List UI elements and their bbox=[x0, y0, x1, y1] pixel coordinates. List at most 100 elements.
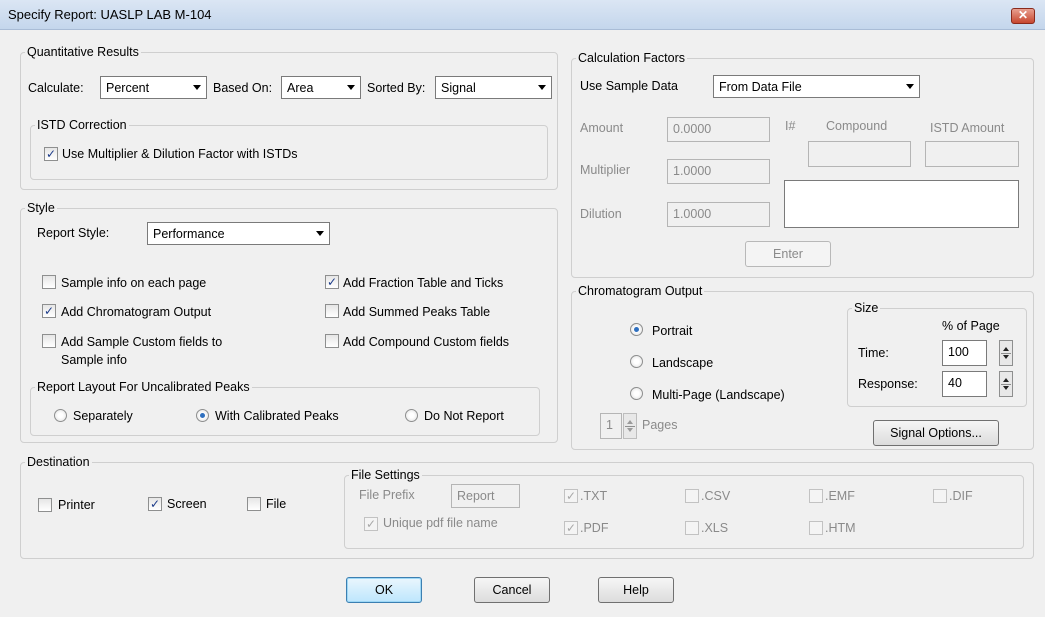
destination-legend: Destination bbox=[27, 455, 90, 469]
use-sample-label: Use Sample Data bbox=[580, 79, 678, 93]
checkmark-icon: ✓ bbox=[326, 275, 338, 289]
checkmark-icon: ✓ bbox=[365, 517, 377, 531]
report-style-select[interactable]: Performance bbox=[147, 222, 330, 245]
help-button[interactable]: Help bbox=[598, 577, 674, 603]
screen-label: Screen bbox=[167, 497, 207, 511]
add-compound-custom-label: Add Compound Custom fields bbox=[343, 335, 510, 349]
amount-value: 0.0000 bbox=[673, 122, 712, 136]
screen-checkbox[interactable]: ✓ bbox=[148, 497, 162, 511]
add-fraction-checkbox[interactable]: ✓ bbox=[325, 275, 339, 289]
amount-label: Amount bbox=[580, 121, 624, 135]
htm-label: .HTM bbox=[825, 521, 856, 535]
report-style-label: Report Style: bbox=[37, 226, 110, 240]
unique-pdf-checkbox[interactable]: ✓ bbox=[364, 517, 378, 531]
add-sample-custom-checkbox[interactable] bbox=[42, 334, 56, 348]
istd-checkbox[interactable]: ✓ bbox=[44, 147, 58, 161]
with-calibrated-radio[interactable] bbox=[196, 409, 209, 422]
use-sample-value: From Data File bbox=[719, 80, 802, 94]
pdf-checkbox[interactable]: ✓ bbox=[564, 521, 578, 535]
arrow-down-icon bbox=[1003, 355, 1009, 359]
add-chromatogram-label: Add Chromatogram Output bbox=[61, 305, 212, 319]
use-sample-select[interactable]: From Data File bbox=[713, 75, 920, 98]
portrait-radio[interactable] bbox=[630, 323, 643, 336]
calculation-factors-legend: Calculation Factors bbox=[578, 51, 685, 65]
enter-button[interactable]: Enter bbox=[745, 241, 831, 267]
amount-field[interactable]: 0.0000 bbox=[667, 117, 770, 142]
compound-field[interactable] bbox=[808, 141, 911, 167]
file-prefix-field[interactable]: Report bbox=[451, 484, 520, 508]
compound-list[interactable] bbox=[784, 180, 1019, 228]
pages-value: 1 bbox=[606, 418, 613, 432]
separately-label: Separately bbox=[73, 409, 133, 423]
istd-amount-field[interactable] bbox=[925, 141, 1019, 167]
time-value: 100 bbox=[948, 345, 969, 359]
style-legend: Style bbox=[27, 201, 55, 215]
multipage-label: Multi-Page (Landscape) bbox=[652, 388, 785, 402]
file-settings-legend: File Settings bbox=[351, 468, 420, 482]
multiplier-field[interactable]: 1.0000 bbox=[667, 159, 770, 184]
close-button[interactable]: ✕ bbox=[1011, 8, 1035, 24]
response-spinner[interactable] bbox=[999, 371, 1013, 397]
sample-info-label: Sample info on each page bbox=[61, 276, 207, 290]
calculate-select[interactable]: Percent bbox=[100, 76, 207, 99]
title-bar: Specify Report: UASLP LAB M-104 ✕ bbox=[0, 0, 1045, 30]
arrow-up-icon bbox=[1003, 347, 1009, 351]
signal-options-button[interactable]: Signal Options... bbox=[873, 420, 999, 446]
chevron-down-icon bbox=[316, 231, 324, 236]
file-settings-group: File Settings bbox=[344, 468, 1024, 549]
csv-checkbox[interactable] bbox=[685, 489, 699, 503]
do-not-report-radio[interactable] bbox=[405, 409, 418, 422]
sample-info-checkbox[interactable] bbox=[42, 275, 56, 289]
window-title: Specify Report: UASLP LAB M-104 bbox=[8, 7, 212, 22]
checkmark-icon: ✓ bbox=[565, 521, 577, 535]
add-sample-custom-label-1: Add Sample Custom fields to bbox=[61, 335, 223, 349]
add-compound-custom-checkbox[interactable] bbox=[325, 334, 339, 348]
portrait-label: Portrait bbox=[652, 324, 693, 338]
htm-checkbox[interactable] bbox=[809, 521, 823, 535]
time-label: Time: bbox=[858, 346, 889, 360]
pages-field[interactable]: 1 bbox=[600, 413, 622, 439]
response-label: Response: bbox=[858, 377, 918, 391]
calculate-value: Percent bbox=[106, 81, 150, 95]
sorted-by-select[interactable]: Signal bbox=[435, 76, 552, 99]
based-on-label: Based On: bbox=[213, 81, 273, 95]
istd-number-label: I# bbox=[785, 119, 796, 133]
checkmark-icon: ✓ bbox=[45, 147, 57, 161]
xls-checkbox[interactable] bbox=[685, 521, 699, 535]
landscape-radio[interactable] bbox=[630, 355, 643, 368]
dilution-field[interactable]: 1.0000 bbox=[667, 202, 770, 227]
time-spinner[interactable] bbox=[999, 340, 1013, 366]
cancel-button[interactable]: Cancel bbox=[474, 577, 550, 603]
separately-radio[interactable] bbox=[54, 409, 67, 422]
calculate-label: Calculate: bbox=[28, 81, 84, 95]
response-value: 40 bbox=[948, 376, 962, 390]
sorted-by-value: Signal bbox=[441, 81, 476, 95]
multipage-radio[interactable] bbox=[630, 387, 643, 400]
emf-checkbox[interactable] bbox=[809, 489, 823, 503]
compound-label: Compound bbox=[826, 119, 888, 133]
pages-spinner[interactable] bbox=[623, 413, 637, 439]
arrow-up-icon bbox=[1003, 378, 1009, 382]
report-layout-legend: Report Layout For Uncalibrated Peaks bbox=[37, 380, 250, 394]
add-chromatogram-checkbox[interactable]: ✓ bbox=[42, 304, 56, 318]
chromatogram-output-legend: Chromatogram Output bbox=[578, 284, 703, 298]
emf-label: .EMF bbox=[825, 489, 855, 503]
printer-checkbox[interactable] bbox=[38, 498, 52, 512]
based-on-select[interactable]: Area bbox=[281, 76, 361, 99]
response-field[interactable]: 40 bbox=[942, 371, 987, 397]
istd-correction-legend: ISTD Correction bbox=[37, 118, 127, 132]
file-checkbox[interactable] bbox=[247, 497, 261, 511]
add-summed-checkbox[interactable] bbox=[325, 304, 339, 318]
chevron-down-icon bbox=[538, 85, 546, 90]
dif-checkbox[interactable] bbox=[933, 489, 947, 503]
checkmark-icon: ✓ bbox=[149, 497, 161, 511]
checkmark-icon: ✓ bbox=[43, 304, 55, 318]
time-field[interactable]: 100 bbox=[942, 340, 987, 366]
quantitative-results-legend: Quantitative Results bbox=[27, 45, 139, 59]
size-legend: Size bbox=[854, 301, 879, 315]
add-fraction-label: Add Fraction Table and Ticks bbox=[343, 276, 504, 290]
ok-button[interactable]: OK bbox=[346, 577, 422, 603]
txt-checkbox[interactable]: ✓ bbox=[564, 489, 578, 503]
arrow-up-icon bbox=[627, 420, 633, 424]
dif-label: .DIF bbox=[949, 489, 973, 503]
